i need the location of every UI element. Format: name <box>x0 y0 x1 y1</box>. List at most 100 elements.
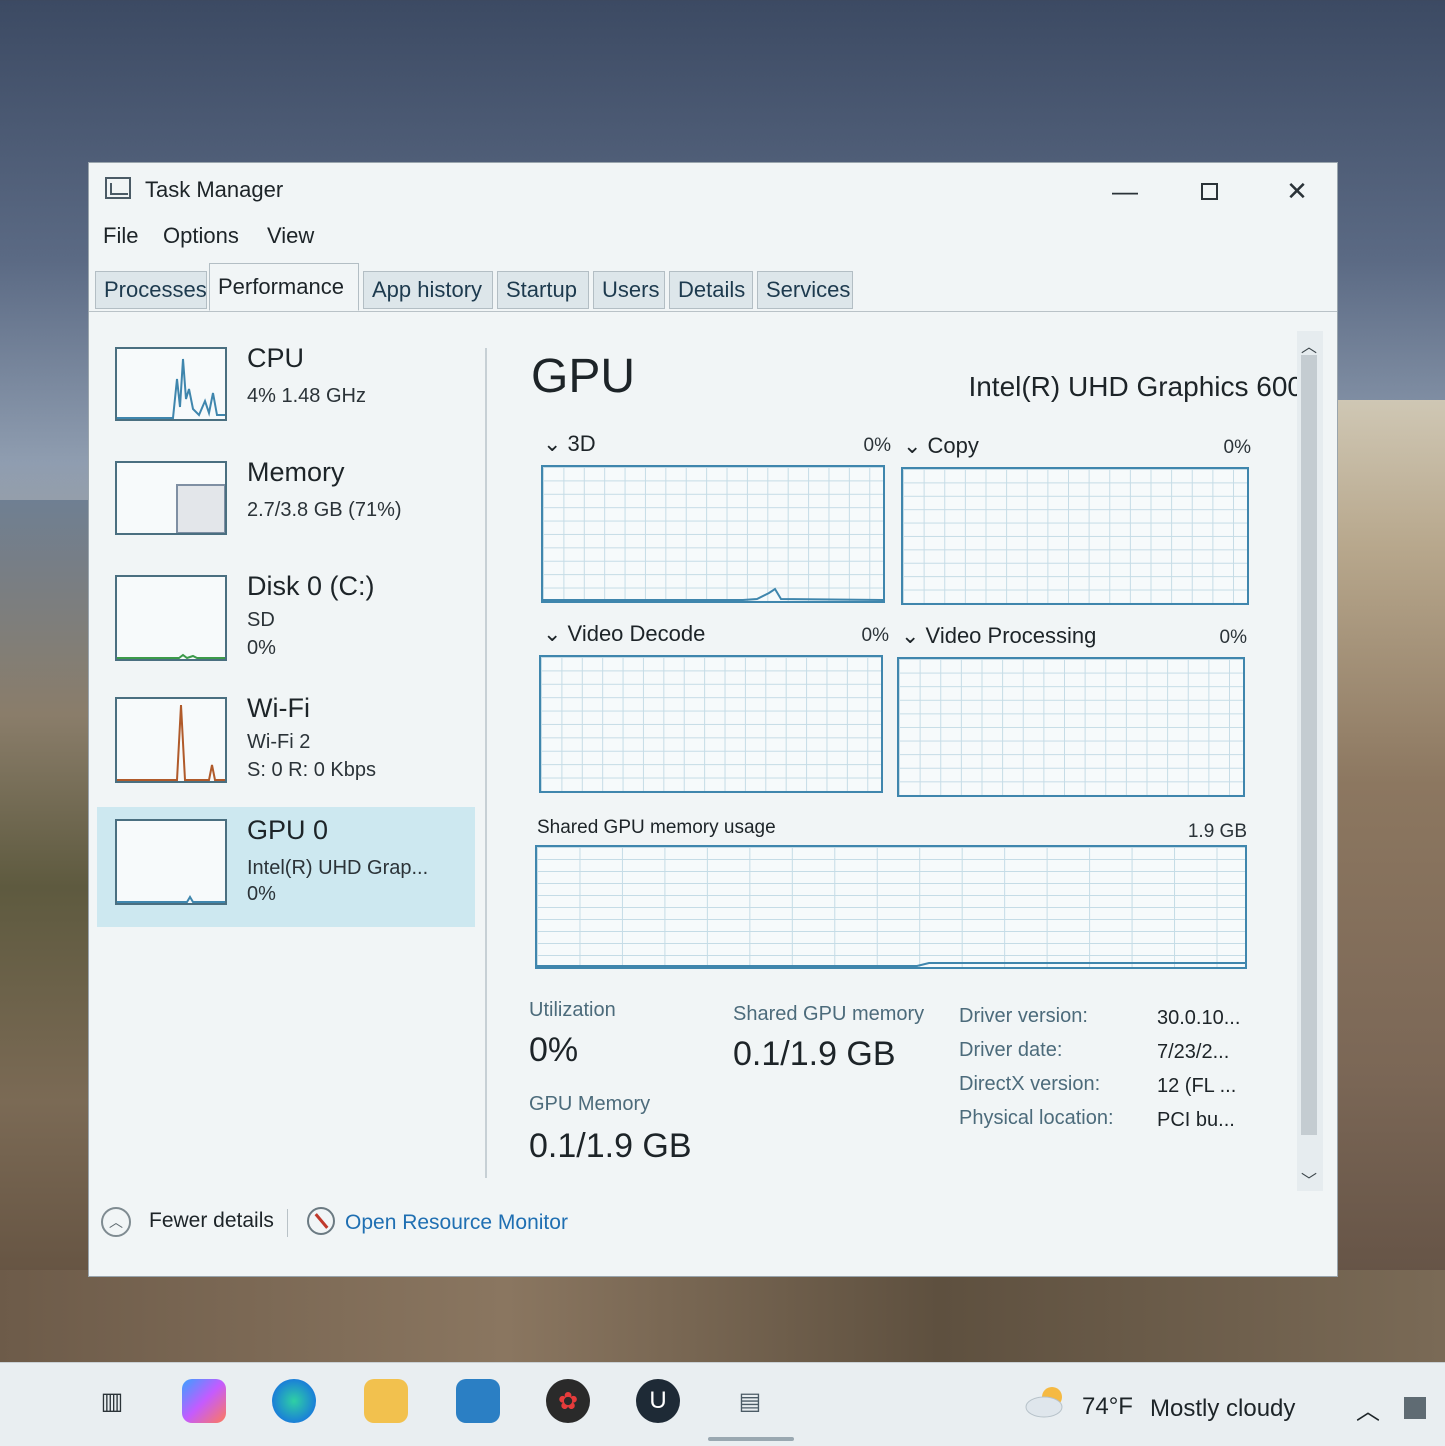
shared-gpu-memory-value: 0.1/1.9 GB <box>733 1035 896 1073</box>
shared-memory-graph-label: Shared GPU memory usage <box>537 817 776 838</box>
chevron-up-icon[interactable]: ︿ <box>101 1207 131 1237</box>
menu-options[interactable]: Options <box>163 223 239 249</box>
minimize-button[interactable]: — <box>1097 173 1153 209</box>
vertical-scrollbar[interactable]: ︿ ﹀ <box>1297 331 1323 1191</box>
mail-icon[interactable] <box>456 1379 500 1423</box>
engine-percent: 0% <box>1223 437 1251 458</box>
sidebar-item-detail: SD <box>247 609 275 631</box>
menu-file[interactable]: File <box>103 223 138 249</box>
sidebar-item-detail: S: 0 R: 0 Kbps <box>247 759 376 781</box>
menu-bar: File Options View <box>89 221 1337 255</box>
directx-version-label: DirectX version: <box>959 1073 1101 1095</box>
graph-3d <box>541 465 885 603</box>
weather-temperature[interactable]: 74°F <box>1082 1393 1133 1421</box>
sidebar-item-cpu[interactable]: CPU 4% 1.48 GHz <box>97 335 475 455</box>
cpu-sparkline <box>117 358 225 419</box>
shared-memory-line <box>537 962 1245 967</box>
sidebar-item-name: Memory <box>247 457 345 487</box>
engine-selector-video-decode[interactable]: ⌄ Video Decode <box>543 621 705 647</box>
graph-video-decode <box>539 655 883 793</box>
physical-location-label: Physical location: <box>959 1107 1114 1129</box>
resource-monitor-icon[interactable] <box>307 1207 335 1235</box>
disk-sparkline <box>117 653 225 660</box>
sidebar-item-name: CPU <box>247 343 305 373</box>
desktop-wallpaper-right <box>1335 400 1445 1360</box>
sidebar-item-detail: 4% 1.48 GHz <box>247 385 366 407</box>
edge-browser-icon[interactable] <box>272 1379 316 1423</box>
sidebar-item-name: GPU 0 <box>247 815 329 845</box>
footer-bar: ︿ Fewer details Open Resource Monitor <box>89 1203 1337 1263</box>
sidebar-item-detail: 2.7/3.8 GB (71%) <box>247 499 402 521</box>
gpu-sparkline <box>117 895 225 903</box>
cloudy-weather-icon[interactable] <box>1022 1383 1070 1419</box>
engine-label: Video Processing <box>925 623 1097 648</box>
engine-label: Copy <box>927 433 979 458</box>
task-manager-taskbar-icon[interactable]: ▤ <box>728 1379 772 1423</box>
app-u-icon[interactable]: U <box>636 1379 680 1423</box>
utilization-value: 0% <box>529 1031 579 1069</box>
engine-percent: 0% <box>1219 627 1247 648</box>
task-view-icon[interactable]: ▥ <box>90 1379 134 1423</box>
sidebar-item-name: Wi-Fi <box>247 693 310 723</box>
memory-thumbnail-graph <box>115 461 227 535</box>
close-button[interactable]: ✕ <box>1269 173 1325 209</box>
gpu-memory-label: GPU Memory <box>529 1093 651 1115</box>
tab-users[interactable]: Users <box>593 271 665 309</box>
title-bar[interactable]: Task Manager — ✕ <box>89 163 1337 215</box>
sidebar-item-detail: Intel(R) UHD Grap... <box>247 857 429 879</box>
memory-sparkline <box>176 484 226 534</box>
wifi-thumbnail-graph <box>115 697 227 783</box>
tab-bar: Processes Performance App history Startu… <box>89 263 1337 312</box>
graph-shared-memory <box>535 845 1247 969</box>
open-resource-monitor-link[interactable]: Open Resource Monitor <box>345 1211 568 1235</box>
tab-processes[interactable]: Processes <box>95 271 207 309</box>
resource-list: CPU 4% 1.48 GHz Memory 2.7/3.8 GB (71%) … <box>97 331 477 1231</box>
page-title: GPU <box>531 350 636 403</box>
utilization-label: Utilization <box>529 999 616 1021</box>
scroll-down-arrow-icon[interactable]: ﹀ <box>1301 1167 1317 1191</box>
graph-3d-line <box>543 587 884 601</box>
engine-percent: 0% <box>861 625 889 646</box>
sidebar-item-wifi[interactable]: Wi-Fi Wi-Fi 2 S: 0 R: 0 Kbps <box>97 685 475 805</box>
scroll-up-arrow-icon[interactable]: ︿ <box>1301 333 1317 357</box>
physical-location-value: PCI bu... <box>1157 1109 1235 1131</box>
tab-performance[interactable]: Performance <box>209 263 359 311</box>
desktop-wallpaper-bottom <box>0 1270 1445 1365</box>
app-red-icon[interactable]: ✿ <box>546 1379 590 1423</box>
sidebar-item-detail: 0% <box>247 883 276 905</box>
file-explorer-icon[interactable] <box>364 1379 408 1423</box>
tab-details[interactable]: Details <box>669 271 753 309</box>
gpu-detail-panel: GPU Intel(R) UHD Graphics 600 ⌄ 3D 0% ⌄ … <box>519 331 1309 1191</box>
scrollbar-thumb[interactable] <box>1301 355 1317 1135</box>
engine-selector-copy[interactable]: ⌄ Copy <box>903 433 979 459</box>
shared-gpu-memory-label: Shared GPU memory <box>733 1003 925 1025</box>
engine-selector-video-processing[interactable]: ⌄ Video Processing <box>901 623 1096 649</box>
tab-app-history[interactable]: App history <box>363 271 493 309</box>
sidebar-item-name: Disk 0 (C:) <box>247 571 375 601</box>
menu-view[interactable]: View <box>267 223 314 249</box>
driver-date-label: Driver date: <box>959 1039 1063 1061</box>
graph-copy <box>901 467 1249 605</box>
task-manager-icon <box>105 177 131 199</box>
sidebar-item-gpu[interactable]: GPU 0 Intel(R) UHD Grap... 0% <box>97 807 475 927</box>
tray-app-icon[interactable] <box>1404 1397 1426 1419</box>
chevron-up-icon[interactable]: ︿ <box>1356 1391 1380 1426</box>
engine-label: 3D <box>567 431 596 456</box>
sidebar-item-memory[interactable]: Memory 2.7/3.8 GB (71%) <box>97 449 475 569</box>
shared-memory-graph-max: 1.9 GB <box>1187 821 1247 842</box>
copilot-icon[interactable] <box>182 1379 226 1423</box>
window-title: Task Manager <box>145 177 284 202</box>
directx-version-value: 12 (FL ... <box>1157 1075 1237 1097</box>
weather-description[interactable]: Mostly cloudy <box>1150 1395 1295 1423</box>
tab-services[interactable]: Services <box>757 271 853 309</box>
fewer-details-button[interactable]: Fewer details <box>149 1209 274 1233</box>
engine-percent: 0% <box>863 435 891 456</box>
disk-thumbnail-graph <box>115 575 227 661</box>
gpu-model-name: Intel(R) UHD Graphics 600 <box>968 371 1303 402</box>
sidebar-divider <box>485 348 487 1178</box>
engine-selector-3d[interactable]: ⌄ 3D <box>543 431 596 457</box>
active-app-indicator <box>708 1437 794 1441</box>
maximize-button[interactable] <box>1181 173 1237 209</box>
sidebar-item-disk[interactable]: Disk 0 (C:) SD 0% <box>97 563 475 683</box>
tab-startup[interactable]: Startup <box>497 271 589 309</box>
